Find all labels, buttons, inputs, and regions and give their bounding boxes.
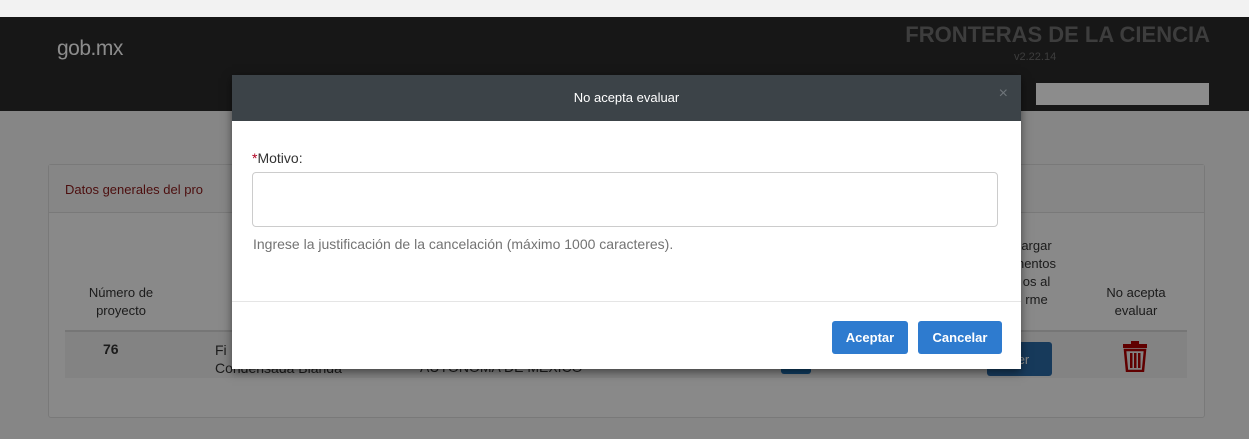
cancel-button[interactable]: Cancelar: [918, 321, 1002, 354]
modal-footer-divider: [232, 301, 1021, 302]
modal-title: No acepta evaluar: [573, 90, 680, 105]
close-icon[interactable]: ×: [999, 85, 1008, 103]
motivo-textarea[interactable]: [252, 172, 998, 227]
motivo-label: *Motivo:: [252, 150, 303, 166]
no-accept-modal: No acepta evaluar × *Motivo: Ingrese la …: [232, 75, 1021, 369]
motivo-label-text: Motivo:: [257, 150, 303, 166]
accept-button[interactable]: Aceptar: [832, 321, 908, 354]
motivo-help-text: Ingrese la justificación de la cancelaci…: [253, 236, 674, 252]
browser-top-strip: [0, 0, 1249, 17]
modal-header: No acepta evaluar ×: [232, 75, 1021, 121]
